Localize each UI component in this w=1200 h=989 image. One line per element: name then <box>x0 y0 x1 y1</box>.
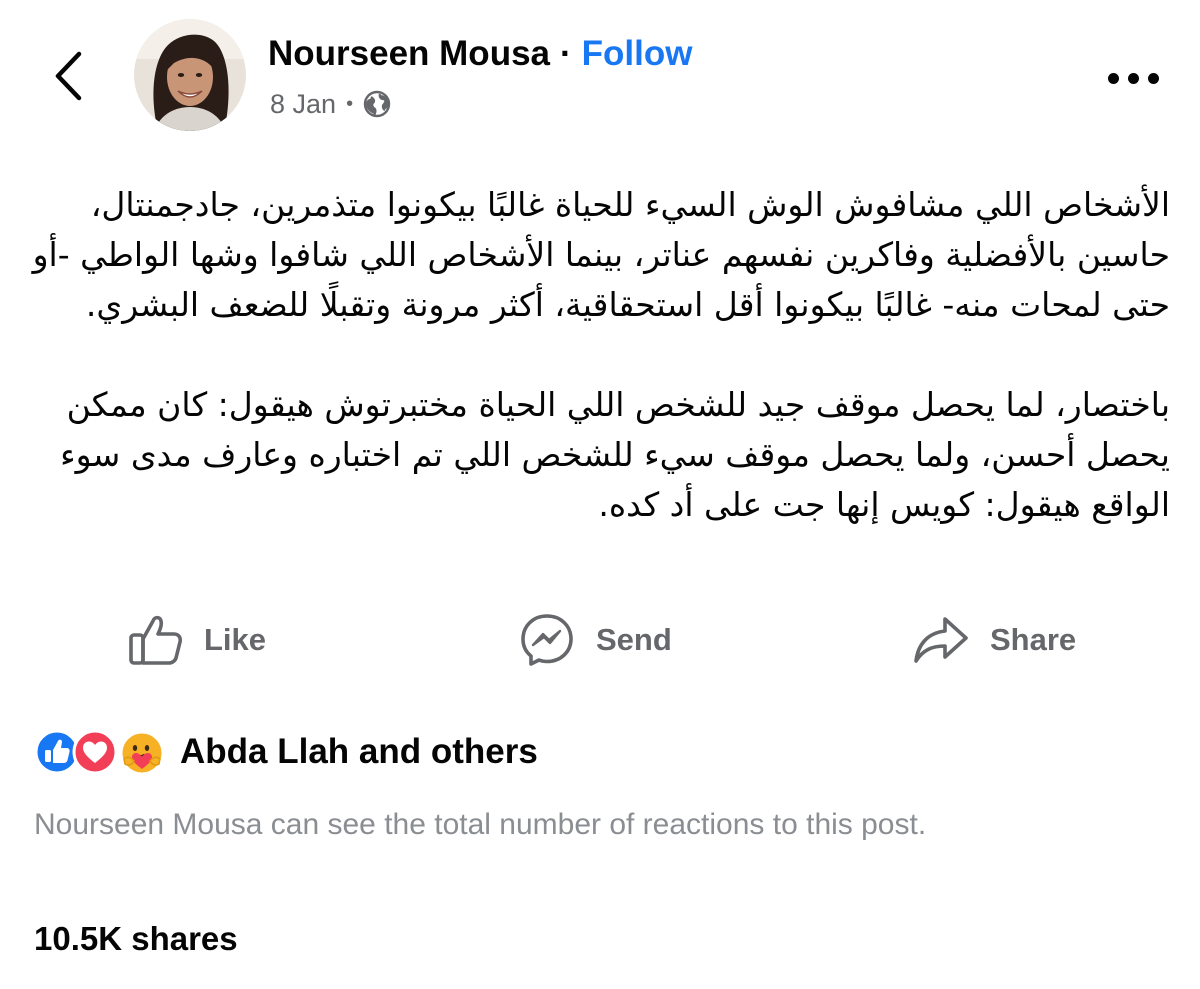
more-horizontal-icon <box>1107 72 1119 84</box>
post-paragraph: باختصار، لما يحصل موقف جيد للشخص اللي ال… <box>60 385 1170 524</box>
like-label: Like <box>204 622 267 657</box>
thumbs-up-icon <box>129 615 183 665</box>
send-button[interactable]: Send <box>518 602 672 678</box>
follow-button[interactable]: Follow <box>582 34 693 74</box>
author-name[interactable]: Nourseen Mousa <box>268 34 550 74</box>
send-label: Send <box>596 622 672 657</box>
reaction-icons <box>34 727 170 777</box>
reactions-visibility-note: Nourseen Mousa can see the total number … <box>34 808 927 841</box>
love-reaction-icon <box>72 729 118 780</box>
post-date[interactable]: 8 Jan <box>270 89 336 120</box>
post-text: الأشخاص اللي مشافوش الوش السيء للحياة غا… <box>28 180 1170 530</box>
care-reaction-icon <box>118 729 166 782</box>
like-button[interactable]: Like <box>128 602 266 678</box>
messenger-icon <box>521 614 573 666</box>
chevron-left-icon <box>55 51 82 101</box>
profile-photo <box>134 19 246 131</box>
globe-icon <box>363 90 391 118</box>
post-meta: 8 Jan • <box>270 84 391 124</box>
avatar[interactable] <box>134 19 246 131</box>
shares-count[interactable]: 10.5K shares <box>34 920 238 958</box>
author-line: Nourseen Mousa · Follow <box>268 30 692 78</box>
more-options-button[interactable] <box>1098 60 1168 96</box>
back-button[interactable] <box>40 46 96 106</box>
separator-dot: · <box>560 34 572 73</box>
share-arrow-icon <box>914 617 968 663</box>
reactors-summary[interactable]: Abda Llah and others <box>180 732 538 772</box>
meta-separator: • <box>346 92 354 115</box>
reactions-summary[interactable]: Abda Llah and others <box>34 726 538 778</box>
post-paragraph: الأشخاص اللي مشافوش الوش السيء للحياة غا… <box>32 185 1170 324</box>
share-button[interactable]: Share <box>912 602 1076 678</box>
share-label: Share <box>990 622 1077 657</box>
